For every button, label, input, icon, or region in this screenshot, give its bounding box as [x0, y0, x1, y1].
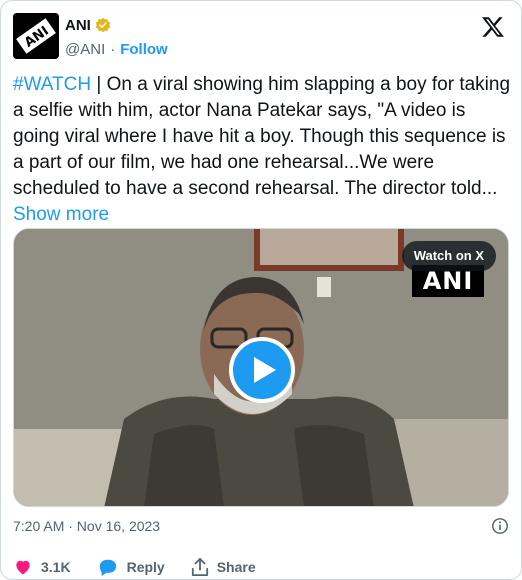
- avatar[interactable]: ANI: [13, 13, 59, 59]
- heart-icon: [16, 560, 30, 575]
- video-player[interactable]: ANI Watch on X: [13, 228, 509, 507]
- separator: ·: [110, 41, 116, 58]
- handle[interactable]: @ANI: [65, 41, 105, 58]
- x-logo-icon[interactable]: [481, 15, 505, 39]
- reply-button[interactable]: Reply: [97, 557, 165, 577]
- share-button[interactable]: Share: [191, 557, 256, 577]
- tweet-card: ANI ANI @ANI · Follow #WATCH | On a vira…: [0, 0, 522, 580]
- reply-label: Reply: [126, 559, 165, 575]
- info-icon[interactable]: [491, 517, 509, 535]
- verified-badge-icon: [95, 17, 111, 33]
- timestamp-row: 7:20 AM · Nov 16, 2023: [13, 515, 509, 537]
- handle-row: @ANI · Follow: [65, 41, 168, 58]
- author-info: ANI @ANI · Follow: [65, 15, 168, 59]
- follow-button[interactable]: Follow: [120, 41, 168, 58]
- action-bar: 3.1K Reply Share: [13, 555, 509, 579]
- timestamp-link[interactable]: 7:20 AM · Nov 16, 2023: [13, 518, 160, 534]
- play-icon: [254, 357, 276, 383]
- name-row: ANI: [65, 15, 168, 35]
- display-name[interactable]: ANI: [65, 17, 91, 34]
- play-button[interactable]: [229, 337, 295, 403]
- reply-icon: [99, 559, 116, 577]
- show-more-link[interactable]: Show more: [13, 204, 109, 225]
- ani-logo-icon: ANI: [13, 13, 59, 59]
- tweet-text: #WATCH | On a viral showing him slapping…: [13, 72, 513, 228]
- like-count: 3.1K: [41, 559, 71, 575]
- share-label: Share: [216, 559, 256, 575]
- share-icon: [191, 558, 208, 576]
- hashtag-link[interactable]: #WATCH: [13, 74, 91, 95]
- like-button[interactable]: 3.1K: [13, 557, 71, 577]
- tweet-header: ANI ANI @ANI · Follow: [13, 11, 509, 59]
- watch-on-x-button[interactable]: Watch on X: [401, 241, 496, 271]
